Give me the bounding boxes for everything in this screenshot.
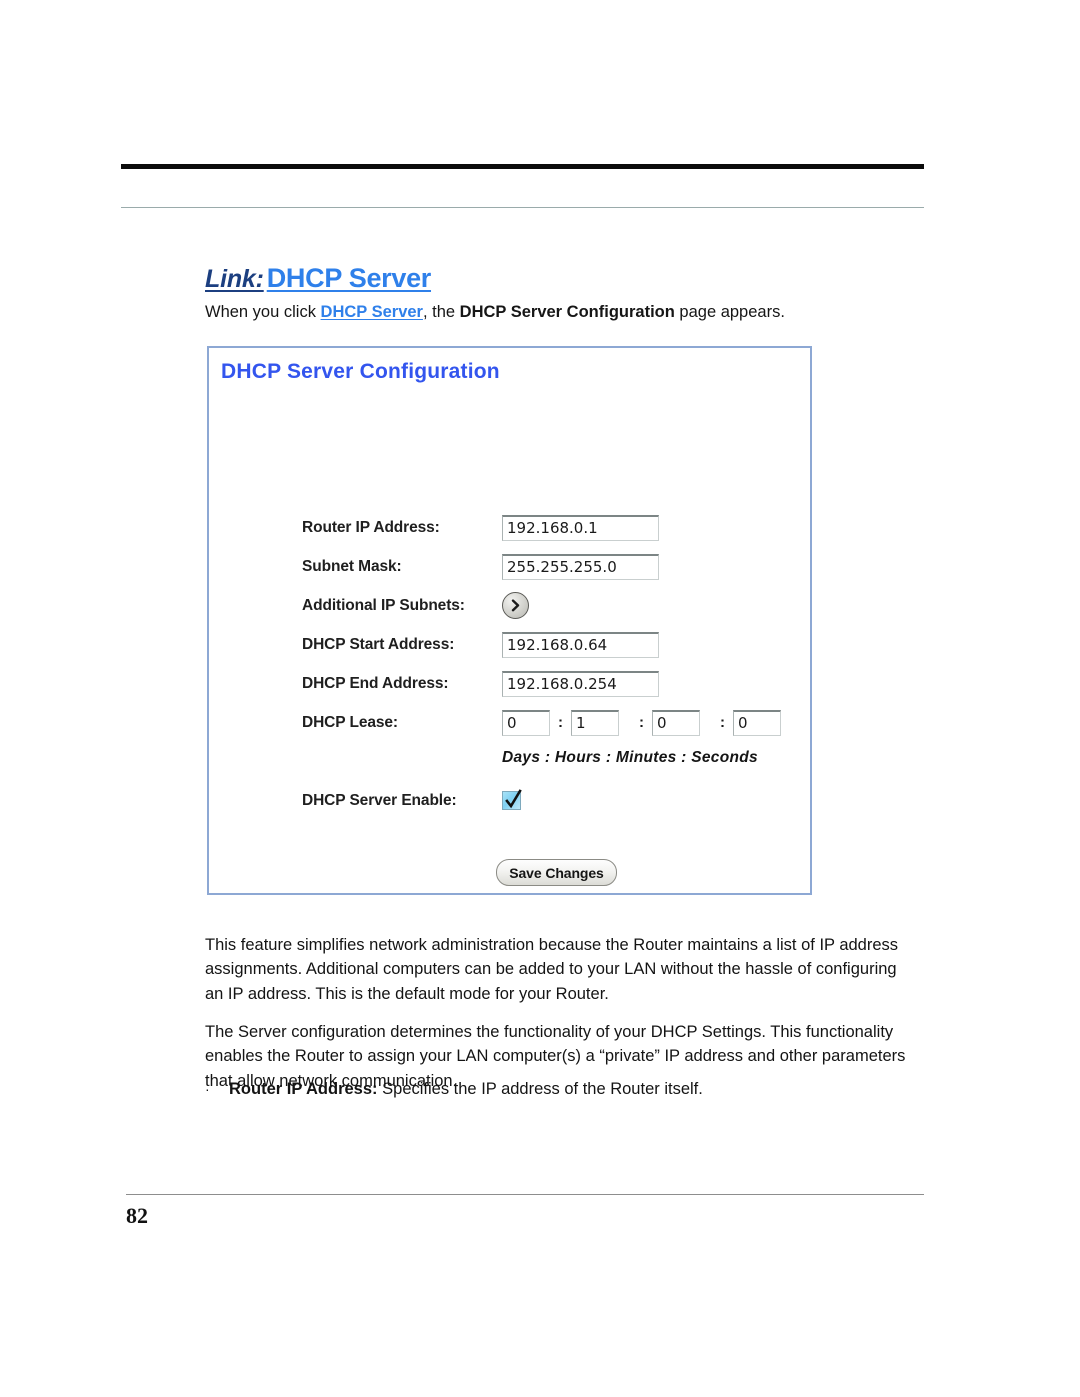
intro-middle: , the — [422, 303, 460, 321]
dhcp-lease-hours-input[interactable]: 1 — [571, 709, 619, 736]
label-router-ip-address: Router IP Address: — [302, 518, 440, 536]
header-rule-thin — [121, 207, 924, 208]
intro-sentence: When you click DHCP Server, the DHCP Ser… — [205, 303, 785, 322]
label-dhcp-start-address: DHCP Start Address: — [302, 635, 455, 653]
subnet-mask-input[interactable]: 255.255.255.0 — [502, 553, 659, 580]
form-row-router-ip: Router IP Address: 192.168.0.1 — [302, 508, 802, 547]
form-row-dhcp-server-enable: DHCP Server Enable: — [302, 781, 802, 820]
body-paragraph-1: This feature simplifies network administ… — [205, 935, 899, 1003]
lease-separator-3: : — [720, 714, 725, 731]
dhcp-start-address-input[interactable]: 192.168.0.64 — [502, 631, 659, 658]
lease-separator-2: : — [639, 714, 644, 731]
footer-rule — [126, 1194, 924, 1195]
intro-before: When you click — [205, 303, 321, 321]
page-title: Link: DHCP Server — [205, 265, 431, 292]
heading-link-label: Link: — [205, 265, 264, 293]
label-subnet-mask: Subnet Mask: — [302, 557, 402, 575]
heading-title: DHCP Server — [266, 263, 432, 293]
save-changes-button[interactable]: Save Changes — [496, 859, 617, 886]
dhcp-server-configuration-panel: DHCP Server Configuration Router IP Addr… — [207, 346, 812, 895]
header-rule-thick — [121, 164, 924, 169]
label-additional-ip-subnets: Additional IP Subnets: — [302, 596, 465, 614]
label-dhcp-lease: DHCP Lease: — [302, 713, 398, 731]
dhcp-lease-days-input[interactable]: 0 — [502, 709, 550, 736]
router-ip-address-input[interactable]: 192.168.0.1 — [502, 514, 659, 541]
lease-units-caption: Days : Hours : Minutes : Seconds — [502, 749, 758, 766]
form-row-subnet-mask: Subnet Mask: 255.255.255.0 — [302, 547, 802, 586]
panel-title: DHCP Server Configuration — [221, 360, 500, 383]
form-row-dhcp-end: DHCP End Address: 192.168.0.254 — [302, 664, 802, 703]
dhcp-server-enable-checkbox[interactable] — [502, 789, 522, 810]
dhcp-end-address-input[interactable]: 192.168.0.254 — [502, 670, 659, 697]
intro-bold: DHCP Server Configuration — [459, 303, 675, 321]
lease-separator-1: : — [558, 714, 563, 731]
dhcp-config-form: Router IP Address: 192.168.0.1 Subnet Ma… — [302, 508, 802, 820]
list-item: · Router IP Address: Specifies the IP ad… — [205, 1077, 917, 1102]
bullet-marker: · — [205, 1081, 210, 1097]
intro-after: page appears. — [674, 303, 785, 321]
chevron-right-icon[interactable] — [502, 592, 529, 619]
form-row-additional-subnets: Additional IP Subnets: — [302, 586, 802, 625]
bullet-term: Router IP Address: — [229, 1080, 378, 1098]
bullet-text: Router IP Address: Specifies the IP addr… — [229, 1077, 703, 1102]
dhcp-server-link[interactable]: DHCP Server — [321, 303, 423, 321]
label-dhcp-server-enable: DHCP Server Enable: — [302, 791, 457, 809]
form-row-dhcp-lease: DHCP Lease: 0 : 1 : 0 : 0 — [302, 703, 802, 742]
label-dhcp-end-address: DHCP End Address: — [302, 674, 449, 692]
form-row-dhcp-start: DHCP Start Address: 192.168.0.64 — [302, 625, 802, 664]
dhcp-lease-minutes-input[interactable]: 0 — [652, 709, 700, 736]
dhcp-lease-seconds-input[interactable]: 0 — [733, 709, 781, 736]
page-number: 82 — [126, 1203, 148, 1228]
bullet-description: Specifies the IP address of the Router i… — [377, 1080, 703, 1098]
